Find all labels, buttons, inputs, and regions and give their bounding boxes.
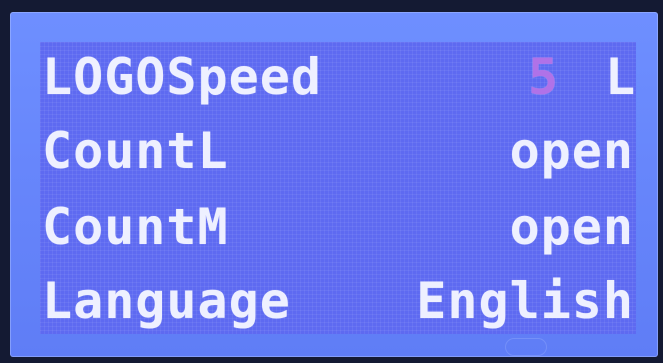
count-l-value: open <box>509 122 634 180</box>
menu-row-count-l[interactable]: CountL open <box>40 118 636 184</box>
menu-row-count-m[interactable]: CountM open <box>40 194 636 260</box>
lcd-menu: LOGOSpeed 5 L CountL open CountM open La… <box>40 42 636 334</box>
logo-speed-value: 5 <box>528 48 560 106</box>
count-l-label: CountL <box>42 122 229 180</box>
menu-row-logo-speed[interactable]: LOGOSpeed 5 L <box>40 44 636 110</box>
language-label: Language <box>42 272 291 330</box>
menu-row-language[interactable]: Language English <box>40 268 636 334</box>
language-value: English <box>416 272 634 330</box>
glass-reflection <box>505 338 547 356</box>
logo-speed-unit: L <box>605 48 637 106</box>
logo-speed-label: LOGOSpeed <box>42 48 322 106</box>
count-m-label: CountM <box>42 198 229 256</box>
count-m-value: open <box>509 198 634 256</box>
